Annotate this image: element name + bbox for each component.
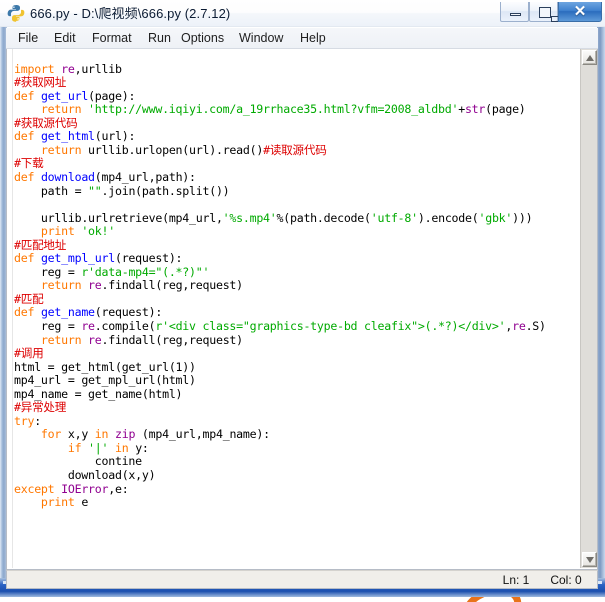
menu-options[interactable]: Options	[179, 31, 226, 45]
python-logo-icon	[7, 4, 25, 22]
menu-edit[interactable]: Edit	[52, 31, 78, 45]
source-code-text[interactable]: import re,urllib #获取网址 def get_url(page): …	[14, 63, 579, 578]
maximize-restore-button[interactable]	[529, 2, 559, 22]
menu-run[interactable]: Run	[146, 31, 173, 45]
minimize-button[interactable]	[500, 2, 529, 22]
window-title: 666.py - D:\爬视频\666.py (2.7.12)	[30, 6, 231, 21]
idle-editor-window: 666.py - D:\爬视频\666.py (2.7.12) ✕ File E…	[0, 0, 605, 597]
menu-file[interactable]: File	[16, 31, 40, 45]
triangle-down-icon	[586, 557, 594, 563]
column-indicator: Col: 0	[540, 572, 592, 588]
editor-gutter	[7, 49, 13, 568]
menu-bar: File Edit Format Run Options Window Help	[6, 28, 598, 49]
scroll-down-button[interactable]	[582, 552, 597, 567]
close-icon: ✕	[573, 3, 587, 20]
menu-format[interactable]: Format	[90, 31, 134, 45]
menu-help[interactable]: Help	[298, 31, 328, 45]
status-bar: Ln: 1 Col: 0	[6, 570, 598, 589]
scroll-up-button[interactable]	[582, 50, 597, 65]
code-editor-area[interactable]: import re,urllib #获取网址 def get_url(page): …	[6, 49, 598, 570]
minimize-icon	[510, 13, 521, 16]
triangle-up-icon	[586, 55, 594, 61]
close-button[interactable]: ✕	[558, 2, 602, 22]
restore-icon	[539, 7, 559, 22]
vertical-scrollbar[interactable]	[580, 49, 597, 568]
title-bar[interactable]: 666.py - D:\爬视频\666.py (2.7.12) ✕	[0, 0, 605, 27]
line-indicator: Ln: 1	[493, 572, 539, 588]
menu-window[interactable]: Window	[237, 31, 285, 45]
window-frame-right	[597, 22, 605, 597]
